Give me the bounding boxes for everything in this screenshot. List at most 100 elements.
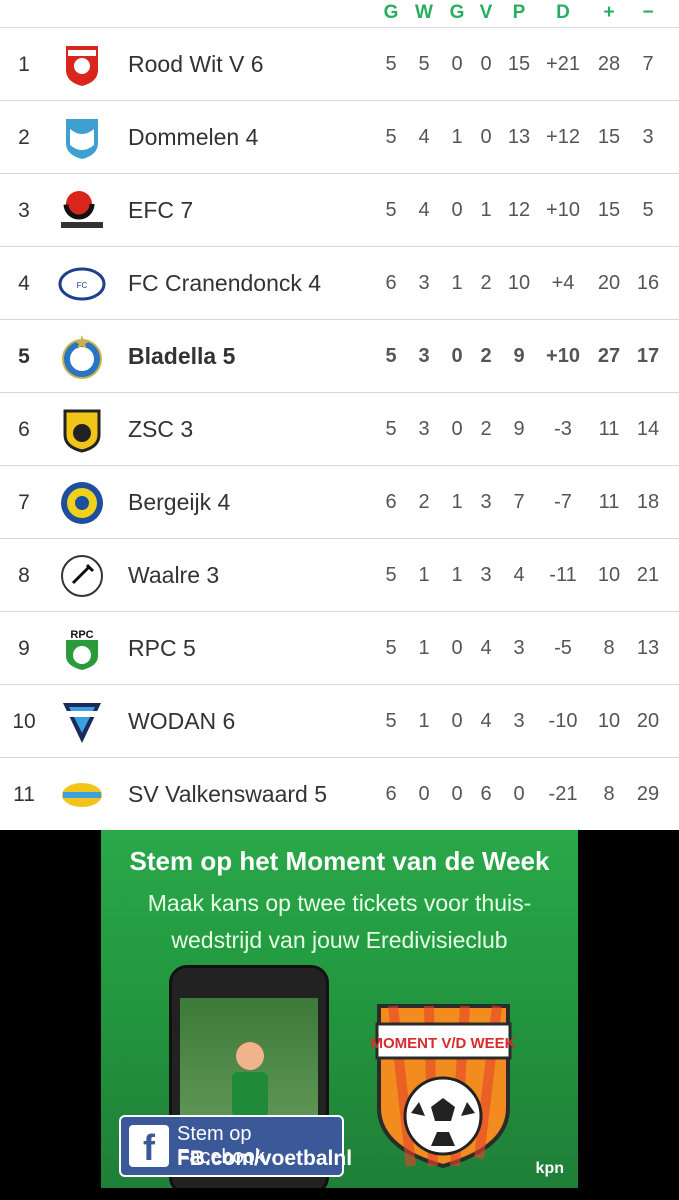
points-cell: 3 bbox=[513, 637, 525, 659]
header-played: G bbox=[383, 2, 399, 23]
waalre-logo bbox=[58, 553, 106, 599]
table-row[interactable]: 5 Bladella 5 5 3 0 2 9 +10 27 17 bbox=[0, 320, 679, 393]
drawn-cell: 1 bbox=[451, 491, 463, 513]
played-cell: 5 bbox=[385, 710, 397, 732]
kpn-logo: kpn bbox=[535, 1160, 564, 1177]
header-goals-against: − bbox=[642, 2, 654, 23]
goals-for-cell: 15 bbox=[597, 199, 621, 221]
drawn-cell: 0 bbox=[451, 345, 463, 367]
lost-cell: 3 bbox=[480, 564, 492, 586]
team-name[interactable]: Rood Wit V 6 bbox=[128, 28, 264, 101]
rank-cell: 11 bbox=[13, 783, 35, 806]
page: G W G V P D + − 1 Rood Wit V 6 5 5 0 0 15 +21 28… bbox=[0, 0, 679, 1200]
table-row[interactable]: 4 FC FC Cranendonck 4 6 3 1 2 10 +4 20 16 bbox=[0, 247, 679, 320]
played-cell: 5 bbox=[385, 637, 397, 659]
goals-against-cell: 14 bbox=[636, 418, 660, 440]
team-name[interactable]: Bergeijk 4 bbox=[128, 466, 230, 539]
svg-text:FC: FC bbox=[77, 281, 88, 290]
standings-table: G W G V P D + − 1 Rood Wit V 6 5 5 0 0 15 +21 28… bbox=[0, 0, 679, 831]
goals-against-cell: 17 bbox=[636, 345, 660, 367]
team-name[interactable]: Bladella 5 bbox=[128, 320, 235, 393]
team-name[interactable]: FC Cranendonck 4 bbox=[128, 247, 321, 320]
lost-cell: 2 bbox=[480, 345, 492, 367]
team-name[interactable]: WODAN 6 bbox=[128, 685, 235, 758]
goals-against-cell: 5 bbox=[642, 199, 654, 221]
team-name[interactable]: RPC 5 bbox=[128, 612, 196, 685]
table-row[interactable]: 11 SV Valkenswaard 5 6 0 0 6 0 -21 8 29 bbox=[0, 758, 679, 831]
goals-against-cell: 18 bbox=[636, 491, 660, 513]
team-name[interactable]: Waalre 3 bbox=[128, 539, 219, 612]
facebook-icon: f bbox=[129, 1125, 169, 1168]
facebook-line2[interactable]: FB.com/voetbalnl bbox=[177, 1147, 352, 1171]
goals-for-cell: 11 bbox=[598, 491, 620, 513]
goal-diff-cell: -10 bbox=[548, 710, 578, 732]
points-cell: 0 bbox=[513, 783, 525, 805]
lost-cell: 4 bbox=[480, 710, 492, 732]
won-cell: 2 bbox=[418, 491, 430, 513]
drawn-cell: 0 bbox=[451, 53, 463, 75]
dommelen-logo bbox=[58, 115, 106, 161]
ad-banner[interactable]: Stem op het Moment van de Week Maak kans… bbox=[101, 830, 578, 1188]
rank-cell: 9 bbox=[18, 637, 30, 660]
points-cell: 9 bbox=[513, 345, 525, 367]
goal-diff-cell: -7 bbox=[554, 491, 572, 513]
goal-diff-cell: -3 bbox=[554, 418, 572, 440]
points-cell: 3 bbox=[513, 710, 525, 732]
rank-cell: 10 bbox=[12, 710, 36, 733]
team-name[interactable]: ZSC 3 bbox=[128, 393, 193, 466]
ad-area: Stem op het Moment van de Week Maak kans… bbox=[0, 830, 679, 1200]
drawn-cell: 0 bbox=[451, 418, 463, 440]
points-cell: 7 bbox=[513, 491, 525, 513]
played-cell: 5 bbox=[385, 126, 397, 148]
ad-title: Stem op het Moment van de Week bbox=[129, 846, 550, 876]
played-cell: 5 bbox=[385, 345, 397, 367]
bladella-logo bbox=[58, 334, 106, 380]
goals-for-cell: 10 bbox=[597, 710, 621, 732]
table-row[interactable]: 2 Dommelen 4 5 4 1 0 13 +12 15 3 bbox=[0, 101, 679, 174]
goals-for-cell: 11 bbox=[598, 418, 620, 440]
team-name[interactable]: Dommelen 4 bbox=[128, 101, 258, 174]
drawn-cell: 1 bbox=[451, 126, 463, 148]
goals-against-cell: 13 bbox=[636, 637, 660, 659]
table-header: G W G V P D + − bbox=[0, 0, 679, 28]
lost-cell: 1 bbox=[480, 199, 492, 221]
header-points: P bbox=[512, 2, 526, 23]
facebook-vote-box[interactable]: f Stem op Facebook FB.com/voetbalnl bbox=[119, 1115, 352, 1177]
drawn-cell: 0 bbox=[451, 710, 463, 732]
table-row[interactable]: 10 WODAN 6 5 1 0 4 3 -10 10 20 bbox=[0, 685, 679, 758]
table-row[interactable]: 1 Rood Wit V 6 5 5 0 0 15 +21 28 7 bbox=[0, 28, 679, 101]
rank-cell: 6 bbox=[18, 418, 30, 441]
efc-logo bbox=[58, 188, 106, 234]
goal-diff-cell: +10 bbox=[546, 345, 580, 367]
goals-for-cell: 15 bbox=[597, 126, 621, 148]
goal-diff-cell: -21 bbox=[548, 783, 578, 805]
played-cell: 5 bbox=[385, 199, 397, 221]
goals-against-cell: 7 bbox=[642, 53, 654, 75]
played-cell: 6 bbox=[385, 783, 397, 805]
table-row[interactable]: 7 Bergeijk 4 6 2 1 3 7 -7 11 18 bbox=[0, 466, 679, 539]
table-row[interactable]: 9 RPC RPC 5 5 1 0 4 3 -5 8 13 bbox=[0, 612, 679, 685]
bergeijk-logo bbox=[58, 480, 106, 526]
played-cell: 6 bbox=[385, 272, 397, 294]
team-name[interactable]: SV Valkenswaard 5 bbox=[128, 758, 327, 831]
goals-for-cell: 27 bbox=[597, 345, 621, 367]
points-cell: 10 bbox=[507, 272, 531, 294]
won-cell: 3 bbox=[418, 345, 430, 367]
points-cell: 15 bbox=[507, 53, 531, 75]
goals-against-cell: 20 bbox=[636, 710, 660, 732]
table-row[interactable]: 8 Waalre 3 5 1 1 3 4 -11 10 21 bbox=[0, 539, 679, 612]
won-cell: 1 bbox=[418, 564, 430, 586]
table-row[interactable]: 3 EFC 7 5 4 0 1 12 +10 15 5 bbox=[0, 174, 679, 247]
header-goal-diff: D bbox=[556, 2, 570, 23]
lost-cell: 2 bbox=[480, 418, 492, 440]
lost-cell: 3 bbox=[480, 491, 492, 513]
points-cell: 12 bbox=[507, 199, 531, 221]
rank-cell: 3 bbox=[18, 199, 30, 222]
played-cell: 5 bbox=[385, 564, 397, 586]
table-row[interactable]: 6 ZSC 3 5 3 0 2 9 -3 11 14 bbox=[0, 393, 679, 466]
goals-for-cell: 8 bbox=[603, 783, 615, 805]
goals-against-cell: 3 bbox=[642, 126, 654, 148]
goal-diff-cell: +12 bbox=[546, 126, 580, 148]
lost-cell: 6 bbox=[480, 783, 492, 805]
team-name[interactable]: EFC 7 bbox=[128, 174, 193, 247]
